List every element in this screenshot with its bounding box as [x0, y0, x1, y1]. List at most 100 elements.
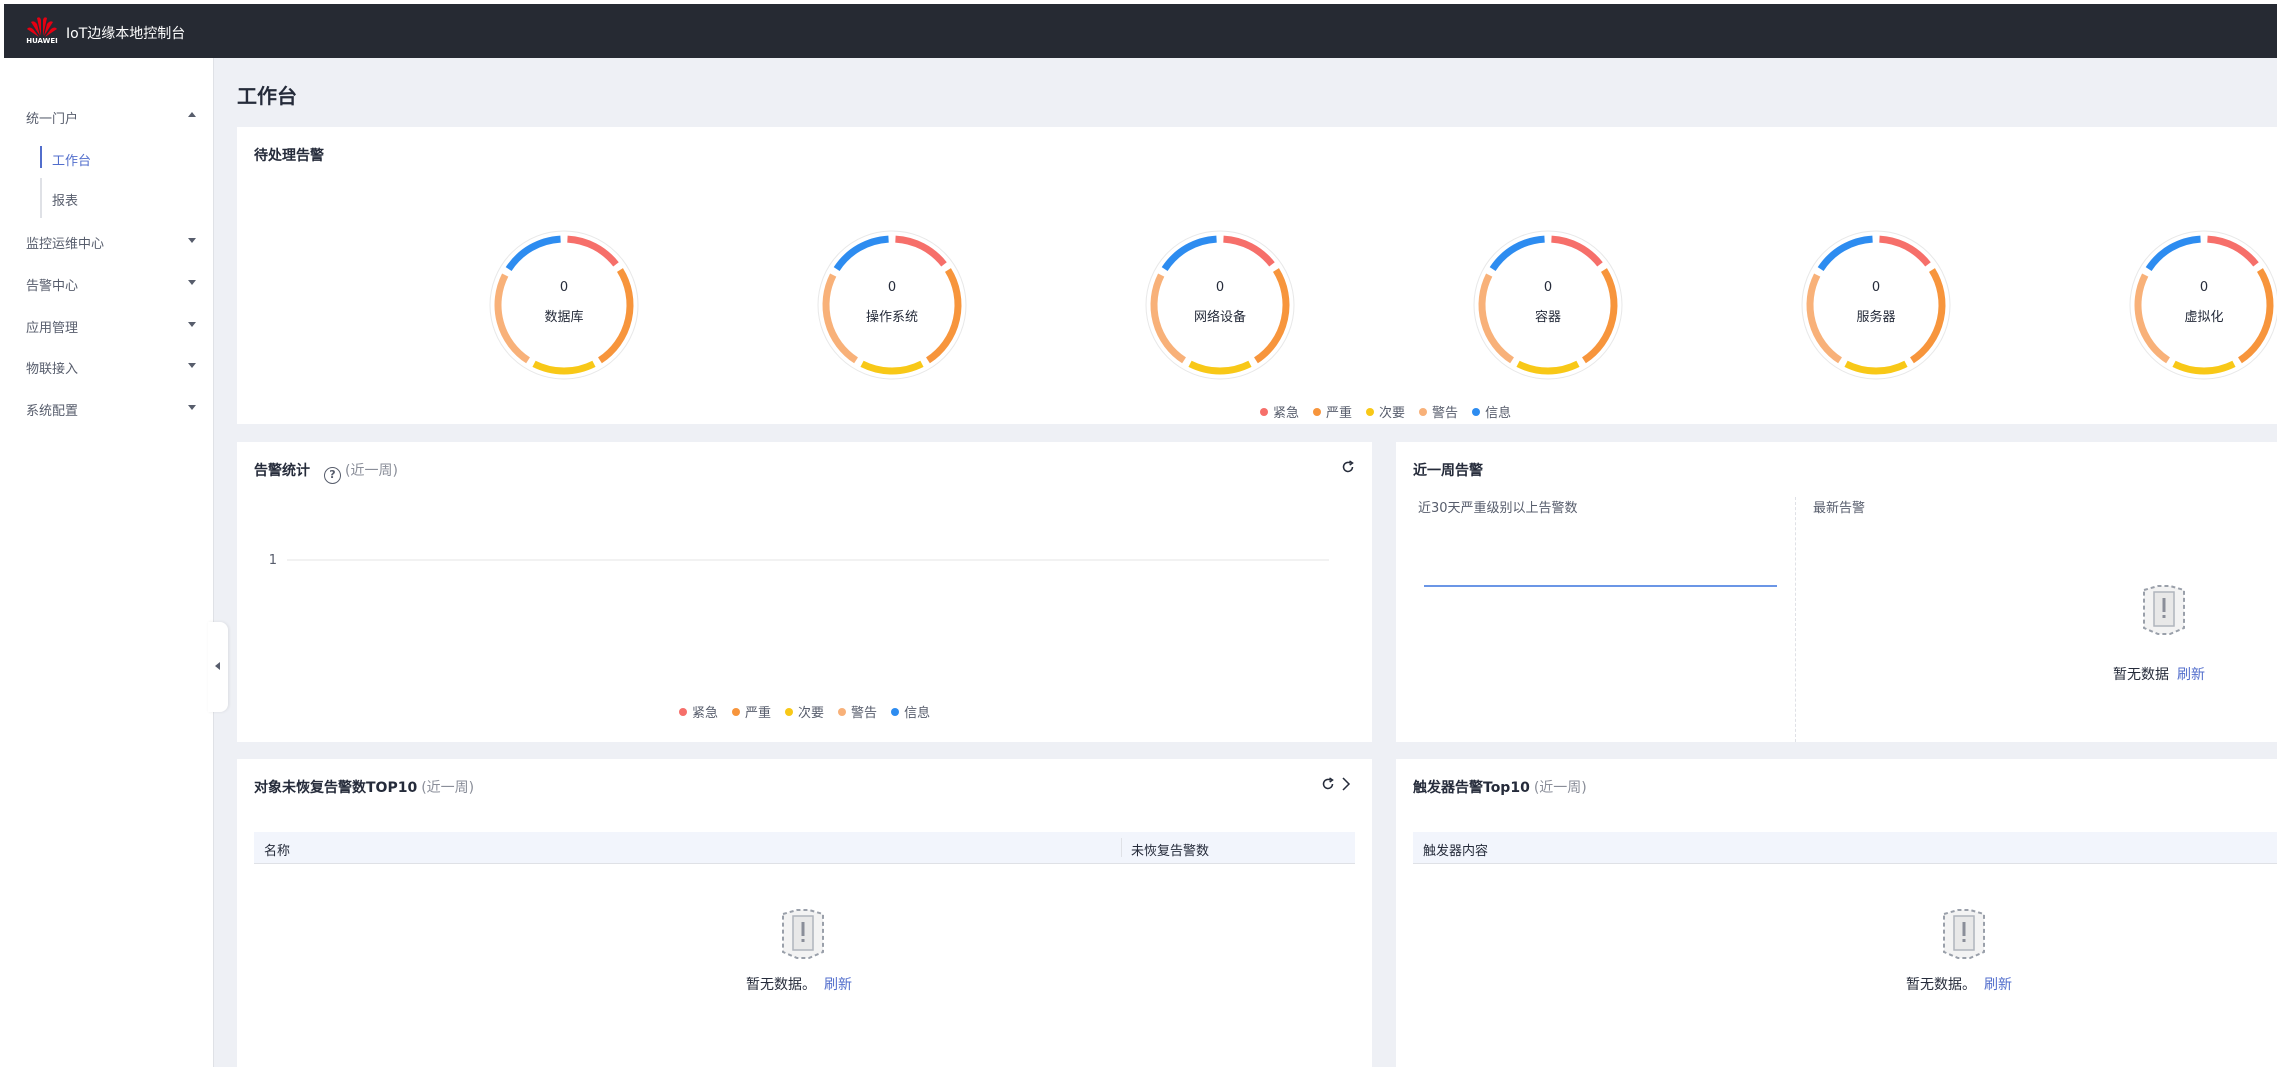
refresh-link[interactable]: 刷新: [824, 977, 852, 993]
chevron-right-icon[interactable]: [1341, 777, 1351, 791]
donut-segment-4: [505, 235, 561, 272]
donut-segment-2: [2172, 360, 2236, 375]
legend-dot-icon: [785, 707, 794, 716]
donut-segment-0: [2207, 235, 2259, 267]
legend-item[interactable]: 信息: [891, 702, 930, 721]
legend-label: 信息: [1485, 406, 1512, 421]
card-title: 触发器告警Top10: [1413, 780, 1530, 796]
caret-down-icon: [188, 238, 196, 243]
sidebar-group-system-config[interactable]: 系统配置: [4, 388, 214, 428]
sidebar-group-unified-portal[interactable]: 统一门户: [4, 96, 214, 136]
empty-data-icon: [2143, 585, 2185, 635]
legend-label: 严重: [1326, 406, 1353, 421]
column-header-name[interactable]: 名称: [264, 840, 290, 859]
legend-dot-icon: [679, 707, 687, 716]
donut-count: 0: [2199, 280, 2209, 295]
pending-alarms-legend: 紧急 严重 次要 警告 信息: [1260, 402, 1525, 421]
legend-item[interactable]: 警告: [838, 702, 877, 721]
sidebar-item-workbench[interactable]: 工作台: [34, 138, 214, 178]
donut-chart[interactable]: 0 数据库: [487, 228, 641, 382]
legend-dot-icon: [1366, 407, 1375, 416]
sidebar-group-label: 告警中心: [26, 279, 79, 294]
card-period: (近一周): [1533, 780, 1587, 796]
refresh-link[interactable]: 刷新: [2177, 667, 2205, 683]
empty-data-icon: [1943, 909, 1985, 959]
donut-segment-4: [1161, 235, 1217, 272]
sidebar-item-reports[interactable]: 报表: [34, 178, 214, 218]
donut-chart[interactable]: 0 服务器: [1799, 228, 1953, 382]
table-header: 名称 未恢复告警数: [254, 832, 1355, 863]
donut-outer-ring: [1145, 230, 1295, 380]
legend-item[interactable]: 信息: [1472, 402, 1511, 421]
logo-text: HUAWEI: [26, 37, 58, 45]
left-border: [0, 0, 4, 1067]
donut-ring: [489, 230, 639, 380]
card-title-row: 对象未恢复告警数TOP10 (近一周): [254, 777, 474, 797]
donut-segment-4: [1489, 235, 1545, 272]
empty-state: 暂无数据。 刷新: [746, 974, 852, 994]
donut-segment-0: [1223, 235, 1275, 267]
card-period: (近一周): [421, 780, 475, 796]
column-divider: [1121, 838, 1122, 857]
sidebar: 统一门户 工作台 报表 监控运维中心 告警中心 应用管理 物联接入 系统配置: [4, 58, 214, 1067]
refresh-icon[interactable]: [1341, 460, 1355, 474]
donut-count: 0: [887, 280, 897, 295]
legend-item[interactable]: 严重: [732, 702, 771, 721]
donut-label: 虚拟化: [2184, 310, 2224, 325]
sidebar-group-label: 系统配置: [26, 404, 79, 419]
legend-dot-icon: [732, 707, 741, 716]
refresh-icon[interactable]: [1321, 777, 1335, 791]
donut-ring: [1801, 230, 1951, 380]
donut-label: 操作系统: [865, 310, 918, 325]
refresh-link[interactable]: 刷新: [1984, 977, 2012, 993]
legend-item[interactable]: 警告: [1419, 402, 1458, 421]
tree-line: [40, 178, 42, 218]
sidebar-group-iot-access[interactable]: 物联接入: [4, 346, 214, 386]
card-period: (近一周): [345, 463, 398, 479]
donut-segment-2: [1188, 360, 1252, 375]
legend-item[interactable]: 严重: [1313, 402, 1352, 421]
sidebar-group-app-management[interactable]: 应用管理: [4, 305, 214, 345]
caret-down-icon: [188, 322, 196, 327]
alarm-stats-chart: 10日志操作系统数据库网络设备应用服务器虚拟化容器: [269, 553, 1329, 568]
card-title-row: 触发器告警Top10 (近一周): [1413, 777, 1587, 797]
caret-down-icon: [188, 405, 196, 410]
empty-text: 暂无数据: [2113, 667, 2169, 683]
panel-divider: [1795, 497, 1796, 742]
donut-label: 数据库: [544, 310, 584, 325]
question-circle-icon[interactable]: ?: [324, 467, 341, 484]
legend-label: 警告: [1432, 406, 1459, 421]
legend-item[interactable]: 次要: [785, 702, 824, 721]
legend-label: 严重: [745, 706, 772, 721]
donut-segment-2: [860, 360, 924, 375]
column-header-trigger-content[interactable]: 触发器内容: [1423, 840, 1488, 859]
legend-item[interactable]: 紧急: [679, 702, 718, 721]
trigger-top10-card: 触发器告警Top10 (近一周) 触发器内容 暂无数据。 刷新: [1396, 759, 2277, 1067]
donut-segment-0: [895, 235, 947, 267]
legend-item[interactable]: 次要: [1366, 402, 1405, 421]
caret-up-icon: [188, 112, 196, 117]
sidebar-item-label: 工作台: [52, 154, 92, 169]
donut-outer-ring: [817, 230, 967, 380]
sidebar-group-monitoring[interactable]: 监控运维中心: [4, 221, 214, 261]
donut-count: 0: [1871, 280, 1881, 295]
donut-chart[interactable]: 0 网络设备: [1143, 228, 1297, 382]
empty-data-icon: [782, 909, 824, 959]
sidebar-collapse-button[interactable]: [208, 622, 228, 712]
legend-label: 信息: [904, 706, 931, 721]
legend-dot-icon: [1313, 407, 1322, 416]
top-header: HUAWEI IoT边缘本地控制台: [4, 4, 2277, 58]
donut-chart[interactable]: 0 虚拟化: [2127, 228, 2277, 382]
severity-30day-label: 近30天严重级别以上告警数: [1418, 501, 1578, 516]
card-title: 近一周告警: [1413, 463, 1483, 479]
donut-chart[interactable]: 0 容器: [1471, 228, 1625, 382]
sidebar-group-alarm-center[interactable]: 告警中心: [4, 263, 214, 303]
sidebar-group-label: 监控运维中心: [26, 237, 105, 252]
donut-ring: [1473, 230, 1623, 380]
donut-chart[interactable]: 0 操作系统: [815, 228, 969, 382]
donut-outer-ring: [1473, 230, 1623, 380]
column-header-unrecovered[interactable]: 未恢复告警数: [1131, 840, 1209, 859]
legend-dot-icon: [1419, 407, 1428, 416]
legend-item[interactable]: 紧急: [1260, 402, 1299, 421]
donut-count: 0: [1215, 280, 1225, 295]
